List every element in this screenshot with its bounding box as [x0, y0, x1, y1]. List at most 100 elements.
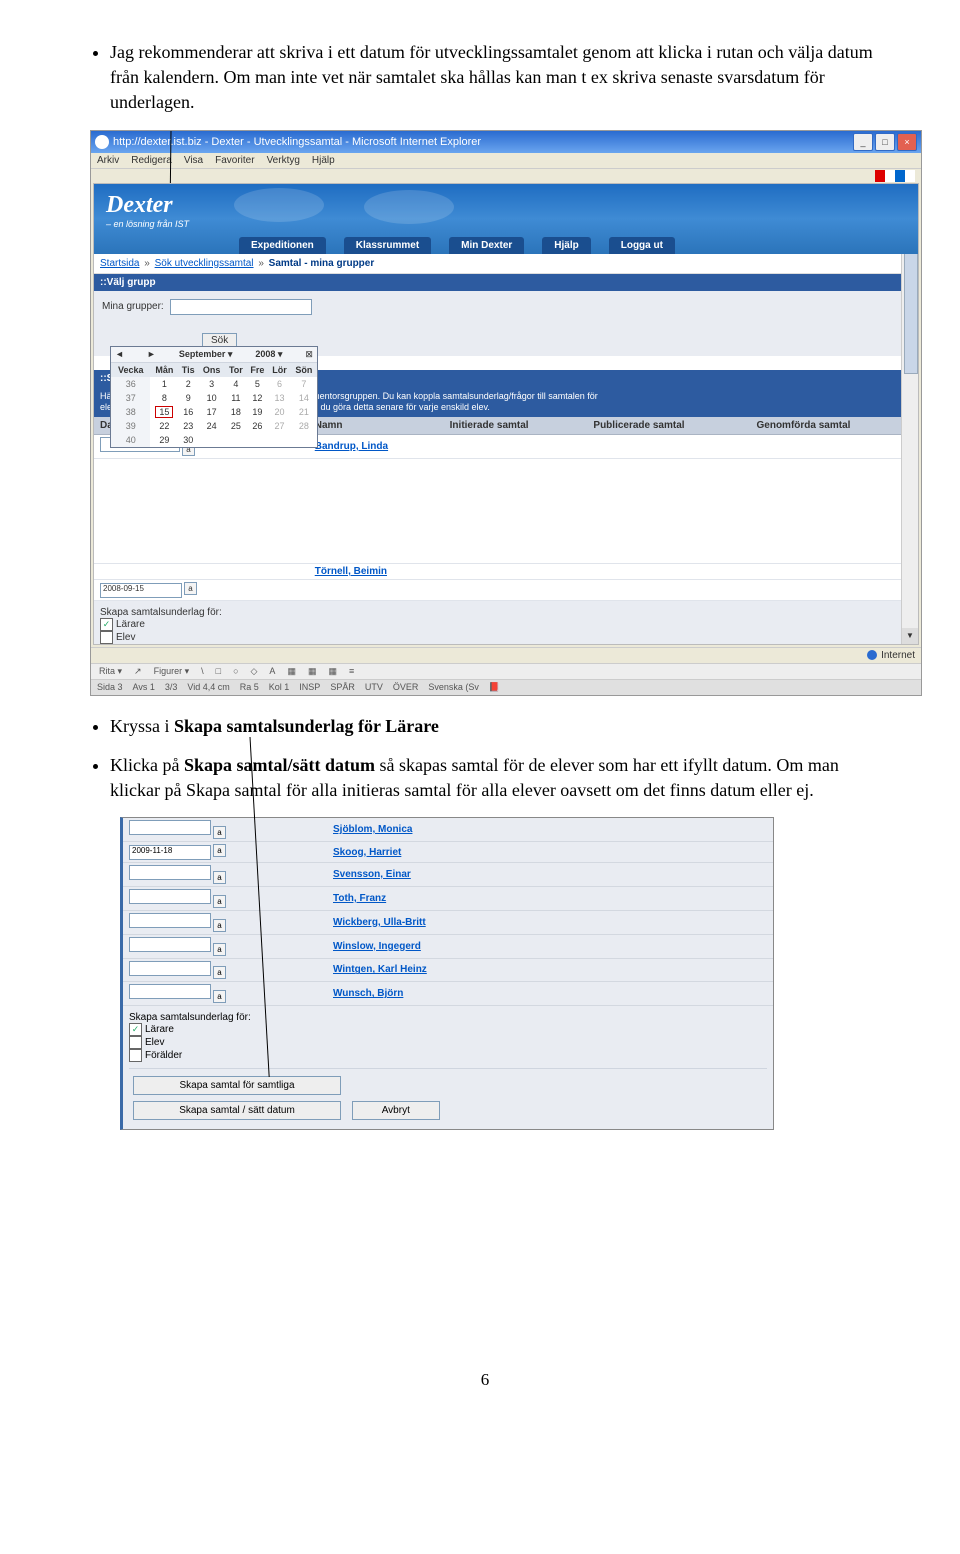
menu-hjalp[interactable]: Hjälp	[312, 155, 335, 166]
calendar-day[interactable]: 4	[225, 377, 246, 391]
student-link[interactable]: Skoog, Harriet	[333, 847, 401, 858]
student-link[interactable]: Wintgen, Karl Heinz	[333, 964, 427, 975]
tool-oval-icon[interactable]: ○	[229, 666, 242, 676]
calendar-day[interactable]: 19	[247, 405, 269, 419]
tab-min-dexter[interactable]: Min Dexter	[449, 237, 524, 254]
tool-fill-icon[interactable]: ▦	[283, 666, 300, 677]
calendar-day[interactable]: 6	[268, 377, 290, 391]
date-input[interactable]	[129, 820, 211, 835]
tool-diamond-icon[interactable]: ◇	[247, 666, 262, 677]
calendar-day[interactable]	[225, 433, 246, 447]
calendar-day[interactable]: 12	[247, 391, 269, 405]
calendar-icon[interactable]: a	[213, 990, 226, 1003]
window-maximize-button[interactable]: □	[875, 133, 895, 151]
checkbox-elev[interactable]	[100, 631, 113, 644]
student-link[interactable]: Toth, Franz	[333, 893, 386, 904]
calendar-day[interactable]: 16	[178, 405, 198, 419]
breadcrumb-startsida[interactable]: Startsida	[100, 258, 139, 269]
student-link[interactable]: Svensson, Einar	[333, 869, 411, 880]
calendar-day[interactable]: 5	[247, 377, 269, 391]
calendar-close-icon[interactable]: ⊠	[305, 349, 313, 360]
calendar-month[interactable]: September ▾	[179, 349, 233, 360]
tab-klassrummet[interactable]: Klassrummet	[344, 237, 431, 254]
tool-line-icon[interactable]: \	[197, 666, 208, 676]
calendar-day[interactable]: 7	[291, 377, 317, 391]
date-input[interactable]	[129, 961, 211, 976]
calendar-day[interactable]: 11	[225, 391, 246, 405]
calendar-day[interactable]: 15	[150, 405, 178, 419]
calendar-day[interactable]: 27	[268, 419, 290, 433]
skapa-samtal-datum-button[interactable]: Skapa samtal / sätt datum	[133, 1101, 341, 1120]
calendar-day[interactable]	[268, 433, 290, 447]
tab-expeditionen[interactable]: Expeditionen	[239, 237, 326, 254]
date-input[interactable]: 2009-11-18	[129, 845, 211, 860]
date-input[interactable]: 2008-09-15	[100, 583, 182, 598]
calendar-day[interactable]: 10	[198, 391, 225, 405]
calendar-day[interactable]: 28	[291, 419, 317, 433]
calendar-day[interactable]: 25	[225, 419, 246, 433]
calendar-day[interactable]: 29	[150, 433, 178, 447]
tool-text-icon[interactable]: A	[265, 666, 279, 676]
calendar-day[interactable]	[247, 433, 269, 447]
date-input[interactable]	[129, 865, 211, 880]
date-input[interactable]	[129, 937, 211, 952]
calendar-icon[interactable]: a	[184, 582, 197, 595]
window-minimize-button[interactable]: _	[853, 133, 873, 151]
checkbox-foralder-2[interactable]	[129, 1049, 142, 1062]
tool-font-color-icon[interactable]: ▦	[324, 666, 341, 677]
calendar-icon[interactable]: a	[213, 943, 226, 956]
menu-arkiv[interactable]: Arkiv	[97, 155, 119, 166]
calendar-day[interactable]: 3	[198, 377, 225, 391]
calendar-day[interactable]: 18	[225, 405, 246, 419]
calendar-day[interactable]: 17	[198, 405, 225, 419]
tool-figurer[interactable]: Figurer ▾	[150, 666, 194, 677]
breadcrumb-sok[interactable]: Sök utvecklingssamtal	[155, 258, 254, 269]
calendar-day[interactable]: 8	[150, 391, 178, 405]
checkbox-larare[interactable]	[100, 618, 113, 631]
calendar-day[interactable]: 26	[247, 419, 269, 433]
tab-hjalp[interactable]: Hjälp	[542, 237, 590, 254]
menu-visa[interactable]: Visa	[184, 155, 203, 166]
calendar-icon[interactable]: a	[213, 844, 226, 857]
scrollbar-down-icon[interactable]: ▼	[902, 628, 918, 644]
calendar-day[interactable]: 2	[178, 377, 198, 391]
window-close-button[interactable]: ×	[897, 133, 917, 151]
calendar-day[interactable]: 21	[291, 405, 317, 419]
menu-redigera[interactable]: Redigera	[131, 155, 172, 166]
student-link[interactable]: Winslow, Ingegerd	[333, 941, 421, 952]
checkbox-foralder[interactable]	[100, 644, 113, 645]
calendar-day[interactable]: 14	[291, 391, 317, 405]
calendar-day[interactable]	[198, 433, 225, 447]
menu-favoriter[interactable]: Favoriter	[215, 155, 254, 166]
tab-logga-ut[interactable]: Logga ut	[609, 237, 675, 254]
calendar-prev-icon[interactable]: ◄	[115, 349, 124, 359]
calendar-icon[interactable]: a	[213, 919, 226, 932]
checkbox-elev-2[interactable]	[129, 1036, 142, 1049]
calendar-day[interactable]: 23	[178, 419, 198, 433]
calendar-day[interactable]: 30	[178, 433, 198, 447]
calendar-icon[interactable]: a	[213, 895, 226, 908]
calendar-day[interactable]: 24	[198, 419, 225, 433]
calendar-day[interactable]: 9	[178, 391, 198, 405]
menu-verktyg[interactable]: Verktyg	[267, 155, 300, 166]
calendar-day[interactable]: 1	[150, 377, 178, 391]
calendar-year[interactable]: 2008 ▾	[255, 349, 282, 360]
student-link[interactable]: Törnell, Beimin	[315, 566, 387, 577]
calendar-icon[interactable]: a	[213, 871, 226, 884]
tool-arrow-icon[interactable]: ↗	[130, 666, 146, 677]
calendar-day[interactable]	[291, 433, 317, 447]
calendar-day[interactable]: 20	[268, 405, 290, 419]
calendar-day[interactable]: 22	[150, 419, 178, 433]
mina-grupper-select[interactable]	[170, 299, 312, 315]
student-link[interactable]: Wunsch, Björn	[333, 988, 403, 999]
avbryt-button[interactable]: Avbryt	[352, 1101, 440, 1120]
calendar-day[interactable]: 13	[268, 391, 290, 405]
tool-rita[interactable]: Rita ▾	[95, 666, 126, 677]
date-input[interactable]	[129, 913, 211, 928]
calendar-icon[interactable]: a	[213, 966, 226, 979]
tool-line-color-icon[interactable]: ▦	[304, 666, 321, 677]
tool-rect-icon[interactable]: □	[212, 666, 225, 676]
student-link[interactable]: Wickberg, Ulla-Britt	[333, 917, 426, 928]
student-link[interactable]: Sjöblom, Monica	[333, 824, 412, 835]
calendar-next-icon[interactable]: ►	[147, 349, 156, 359]
